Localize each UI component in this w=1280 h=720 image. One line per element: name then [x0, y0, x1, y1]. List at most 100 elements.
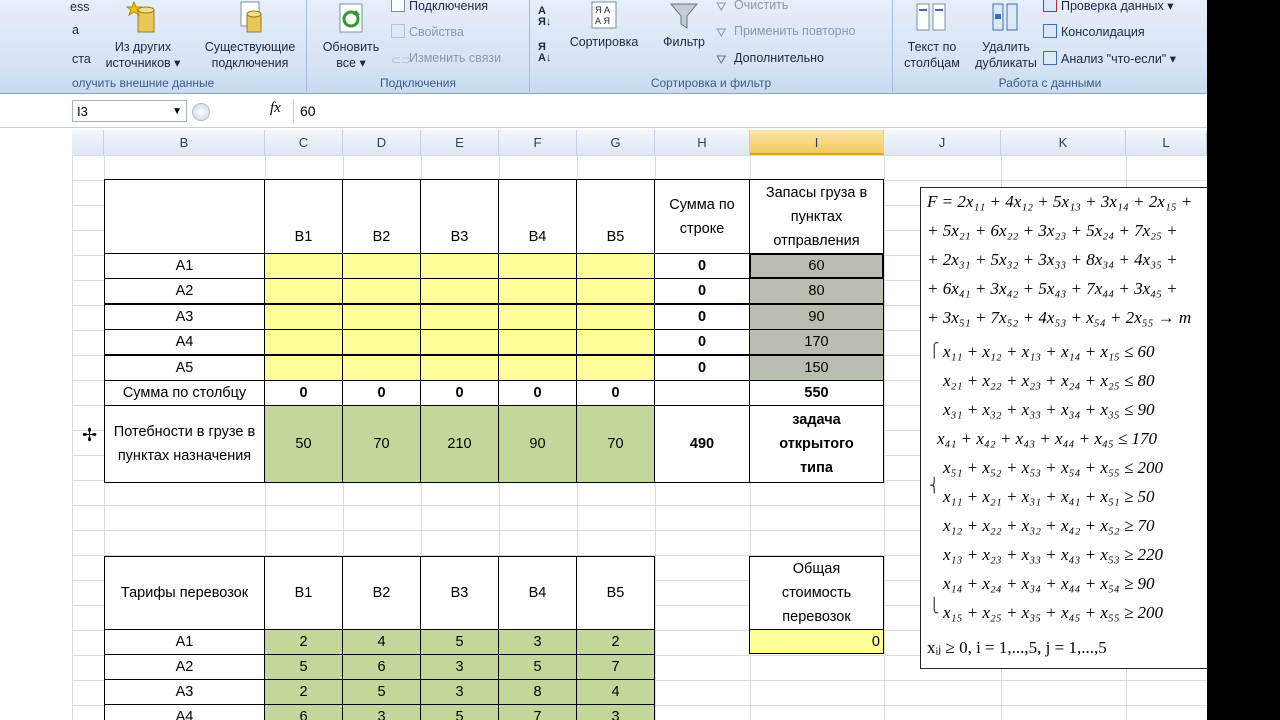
variable-cell[interactable] — [264, 253, 343, 279]
variable-cell[interactable] — [498, 303, 577, 330]
column-header-e[interactable]: E — [421, 130, 499, 155]
row-sum[interactable]: 0 — [654, 303, 750, 330]
sort-button[interactable]: Я А А Я Сортировка — [562, 0, 646, 50]
row-label[interactable]: A3 — [104, 303, 265, 330]
whatif-item[interactable]: Анализ "что-если" ▾ — [1043, 51, 1176, 66]
column-header-i[interactable]: I — [750, 130, 884, 155]
header-b5[interactable]: B5 — [576, 179, 655, 254]
variable-cell[interactable] — [420, 329, 499, 356]
supply-value[interactable]: 60 — [749, 253, 884, 279]
col-sum-label[interactable]: Сумма по столбцу — [104, 380, 265, 406]
column-header-f[interactable]: F — [499, 130, 577, 155]
formula-input[interactable]: 60 — [293, 99, 1207, 123]
column-header-c[interactable]: C — [265, 130, 343, 155]
sort-za-icon[interactable]: Я А↓ — [538, 42, 551, 64]
variable-cell[interactable] — [264, 303, 343, 330]
variable-cell[interactable] — [576, 354, 655, 381]
function-icon[interactable]: fx — [270, 100, 281, 117]
ribbon-partial-text[interactable]: ста — [72, 52, 91, 66]
reapply-item[interactable]: ⛛ Применить повторно — [716, 24, 856, 40]
from-other-sources-button[interactable]: Из других источников ▾ — [100, 0, 186, 71]
col-sum-b3[interactable]: 0 — [420, 380, 499, 406]
column-header-b[interactable]: B — [104, 130, 265, 155]
variable-cell[interactable] — [576, 303, 655, 330]
chevron-down-icon[interactable]: ▼ — [172, 101, 182, 123]
tariff-cell[interactable]: 3 — [342, 704, 421, 720]
remove-duplicates-button[interactable]: Удалить дубликаты — [971, 0, 1041, 71]
tariff-header-b3[interactable]: B3 — [420, 556, 499, 630]
edit-links-item[interactable]: ⊂⊃Изменить связи — [391, 51, 501, 67]
header-b4[interactable]: B4 — [498, 179, 577, 254]
tariff-cell[interactable]: 5 — [498, 654, 577, 680]
tariff-row-label[interactable]: A1 — [104, 629, 265, 655]
row-label[interactable]: A2 — [104, 278, 265, 305]
tariff-cell[interactable]: 4 — [576, 679, 655, 705]
tariff-header-b2[interactable]: B2 — [342, 556, 421, 630]
ribbon-partial-text[interactable]: а — [72, 23, 79, 37]
tariff-cell[interactable]: 3 — [420, 654, 499, 680]
supply-value[interactable]: 170 — [749, 329, 884, 356]
tariff-cell[interactable]: 6 — [342, 654, 421, 680]
math-model-image[interactable]: F = 2x₁₁ + 4x₁₂ + 5x₁₃ + 3x₁₄ + 2x₁₅ + + … — [920, 187, 1207, 669]
row-sum-header[interactable]: Сумма по строке — [654, 179, 750, 254]
variable-cell[interactable] — [498, 329, 577, 356]
tariff-header-b5[interactable]: B5 — [576, 556, 655, 630]
column-header-h[interactable]: H — [655, 130, 750, 155]
demand-b4[interactable]: 90 — [498, 405, 577, 483]
supply-header[interactable]: Запасы груза в пунктах отправления — [749, 179, 884, 254]
column-header-k[interactable]: K — [1001, 130, 1126, 155]
demand-b2[interactable]: 70 — [342, 405, 421, 483]
column-header-g[interactable]: G — [577, 130, 655, 155]
variable-cell[interactable] — [342, 278, 421, 305]
variable-cell[interactable] — [342, 303, 421, 330]
row-label[interactable]: A1 — [104, 253, 265, 279]
tariff-header-b1[interactable]: B1 — [264, 556, 343, 630]
col-sum-b5[interactable]: 0 — [576, 380, 655, 406]
variable-cell[interactable] — [576, 329, 655, 356]
variable-cell[interactable] — [498, 278, 577, 305]
empty-cell[interactable] — [654, 380, 750, 406]
ribbon-partial-text[interactable]: ess — [70, 0, 89, 14]
column-header-d[interactable]: D — [343, 130, 421, 155]
variable-cell[interactable] — [576, 253, 655, 279]
col-sum-b1[interactable]: 0 — [264, 380, 343, 406]
header-b3[interactable]: B3 — [420, 179, 499, 254]
task-type-label[interactable]: задача открытого типа — [749, 405, 884, 483]
tariff-cell[interactable]: 3 — [576, 704, 655, 720]
refresh-all-button[interactable]: Обновить все ▾ — [315, 2, 387, 71]
demand-b5[interactable]: 70 — [576, 405, 655, 483]
row-sum[interactable]: 0 — [654, 253, 750, 279]
variable-cell[interactable] — [342, 354, 421, 381]
variable-cell[interactable] — [264, 278, 343, 305]
variable-cell[interactable] — [498, 253, 577, 279]
tariff-cell[interactable]: 6 — [264, 704, 343, 720]
tariff-cell[interactable]: 7 — [498, 704, 577, 720]
tariff-cell[interactable]: 8 — [498, 679, 577, 705]
demand-b1[interactable]: 50 — [264, 405, 343, 483]
tariff-cell[interactable]: 4 — [342, 629, 421, 655]
supply-value[interactable]: 150 — [749, 354, 884, 381]
supply-value[interactable]: 80 — [749, 278, 884, 305]
col-sum-b4[interactable]: 0 — [498, 380, 577, 406]
header-b2[interactable]: B2 — [342, 179, 421, 254]
tariff-row-label[interactable]: A4 — [104, 704, 265, 720]
variable-cell[interactable] — [264, 329, 343, 356]
variable-cell[interactable] — [576, 278, 655, 305]
row-sum[interactable]: 0 — [654, 329, 750, 356]
demand-label[interactable]: Потебности в грузе в пунктах назначения — [104, 405, 265, 483]
total-cost-label[interactable]: Общая стоимость перевозок — [749, 556, 884, 630]
tariff-cell[interactable]: 5 — [342, 679, 421, 705]
connections-item[interactable]: Подключения — [391, 0, 488, 13]
supply-total[interactable]: 550 — [749, 380, 884, 406]
name-box[interactable]: I3 ▼ — [72, 100, 187, 122]
row-sum[interactable]: 0 — [654, 278, 750, 305]
variable-cell[interactable] — [420, 278, 499, 305]
variable-cell[interactable] — [420, 303, 499, 330]
tariffs-title[interactable]: Тарифы перевозок — [104, 556, 265, 630]
tariff-header-b4[interactable]: B4 — [498, 556, 577, 630]
row-sum[interactable]: 0 — [654, 354, 750, 381]
tariff-cell[interactable]: 7 — [576, 654, 655, 680]
advanced-item[interactable]: ⛛ Дополнительно — [716, 51, 824, 67]
sort-az-icon[interactable]: А Я↓ — [538, 6, 551, 28]
total-cost-value[interactable]: 0 — [749, 629, 884, 654]
